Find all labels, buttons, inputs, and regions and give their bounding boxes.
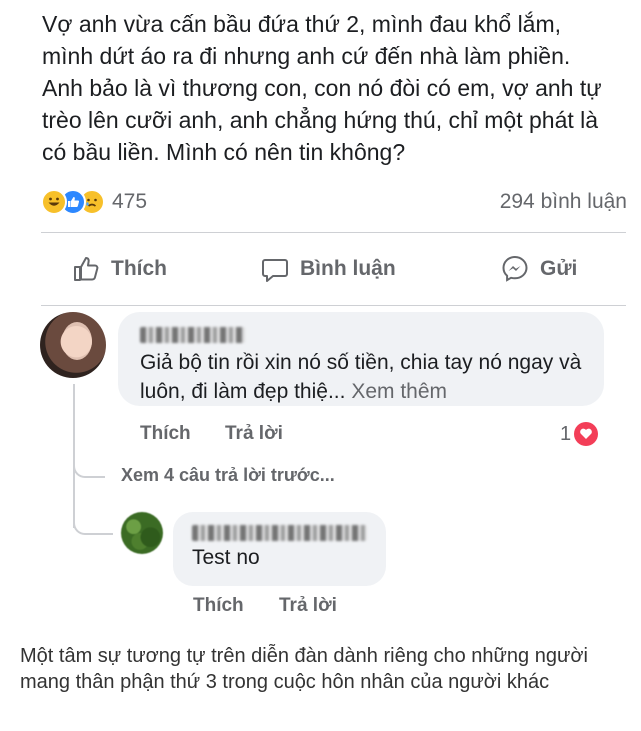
thread-line bbox=[73, 384, 75, 528]
thumbs-up-icon bbox=[74, 257, 99, 281]
comment-reaction-count[interactable]: 1 bbox=[560, 422, 599, 446]
messenger-icon bbox=[502, 255, 528, 282]
comment-reply-link[interactable]: Trả lời bbox=[225, 422, 283, 446]
image-caption: Một tâm sự tương tự trên diễn đàn dành r… bbox=[20, 645, 588, 693]
divider bbox=[41, 305, 626, 306]
haha-icon bbox=[41, 189, 67, 215]
thread-connector bbox=[73, 515, 113, 535]
reaction-count: 475 bbox=[112, 190, 148, 213]
blurred-commenter-name bbox=[140, 327, 245, 343]
send-button[interactable]: Gửi bbox=[500, 250, 577, 288]
reply-like-link[interactable]: Thích bbox=[193, 594, 244, 618]
thread-connector bbox=[73, 458, 105, 478]
see-more-link[interactable]: Xem thêm bbox=[351, 380, 447, 403]
comment-count[interactable]: 294 bình luận bbox=[500, 187, 627, 217]
comment-button-label: Bình luận bbox=[300, 257, 396, 280]
post-text: Vợ anh vừa cấn bầu đứa thứ 2, mình đau k… bbox=[42, 11, 602, 165]
comment-like-count: 1 bbox=[560, 422, 572, 445]
reaction-summary[interactable]: 475 bbox=[41, 187, 147, 217]
reply-text: Test no bbox=[192, 546, 260, 569]
divider bbox=[41, 232, 626, 233]
blurred-replier-name bbox=[192, 525, 367, 541]
speech-bubble-icon bbox=[262, 259, 288, 282]
replier-avatar[interactable] bbox=[121, 512, 163, 554]
like-button-label: Thích bbox=[111, 257, 167, 280]
facebook-post-screenshot: Vợ anh vừa cấn bầu đứa thứ 2, mình đau k… bbox=[0, 0, 641, 628]
send-button-label: Gửi bbox=[540, 257, 578, 280]
heart-icon bbox=[574, 422, 599, 446]
like-button[interactable]: Thích bbox=[71, 250, 167, 288]
reply-reply-link[interactable]: Trả lời bbox=[279, 594, 337, 618]
comment-like-link[interactable]: Thích bbox=[140, 422, 191, 446]
commenter-avatar[interactable] bbox=[40, 312, 106, 378]
view-previous-replies-link[interactable]: Xem 4 câu trả lời trước... bbox=[121, 465, 335, 486]
comment-text: Giả bộ tin rồi xin nó số tiền, chia tay … bbox=[140, 348, 595, 406]
comment-button[interactable]: Bình luận bbox=[260, 250, 396, 288]
